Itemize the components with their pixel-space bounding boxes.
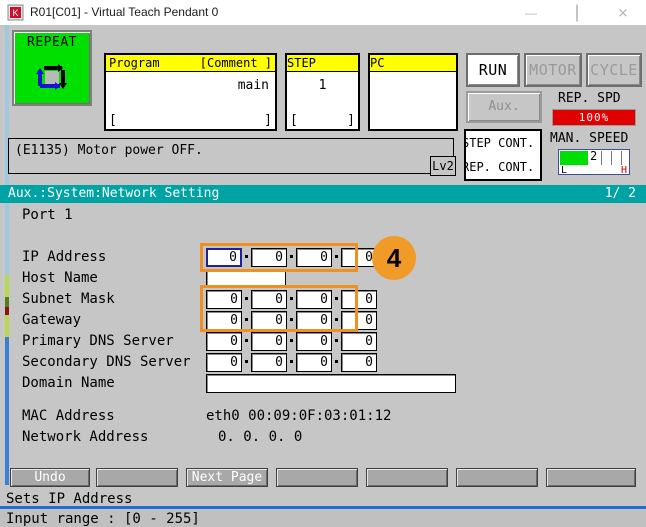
left-color-strip	[5, 25, 9, 485]
status-line-primary: Sets IP Address	[6, 491, 133, 507]
man-speed-gauge: 2 L H	[558, 149, 630, 176]
label-primary-dns-server: Primary DNS Server	[22, 333, 174, 349]
label-domain-name: Domain Name	[22, 375, 115, 391]
program-header-label: Program	[109, 56, 160, 70]
annotation-highlight-subnet-gateway	[200, 285, 358, 332]
title-bar: K R01[C01] - Virtual Teach Pendant 0 — ✕	[0, 0, 646, 26]
function-button-6[interactable]	[456, 468, 538, 487]
label-subnet-mask: Subnet Mask	[22, 291, 115, 307]
function-button-next-page[interactable]: Next Page	[186, 468, 268, 487]
man-speed-label: MAN. SPEED	[550, 131, 629, 146]
maximize-button[interactable]	[554, 0, 600, 25]
program-name-value: main	[237, 78, 269, 93]
man-speed-value: 2	[590, 149, 598, 163]
annotation-highlight-ip-address	[200, 243, 358, 272]
motor-button[interactable]: MOTOR	[524, 53, 582, 87]
pc-panel: PC	[368, 53, 458, 131]
domain-name-input[interactable]	[206, 374, 456, 393]
bracket-left: [	[109, 113, 117, 128]
primary-dns-octet-2[interactable]: 0	[251, 332, 287, 351]
secondary-dns-octet-1[interactable]: 0	[206, 353, 242, 372]
port-label: Port 1	[22, 207, 73, 223]
program-panel-header: Program [Comment ]	[106, 55, 275, 72]
label-gateway: Gateway	[22, 312, 82, 328]
bracket-right: ]	[264, 113, 272, 128]
bracket-left: [	[290, 113, 298, 128]
repeat-mode-label: REPEAT	[27, 35, 77, 50]
step-panel-header: STEP	[287, 55, 358, 72]
bracket-right: ]	[347, 113, 355, 128]
secondary-dns-octet-3[interactable]: 0	[296, 353, 332, 372]
message-box: (E1135) Motor power OFF.	[8, 138, 454, 174]
function-button-undo[interactable]: Undo	[10, 468, 90, 487]
step-value: 1	[318, 78, 327, 93]
maximize-icon	[576, 4, 578, 21]
close-button[interactable]: ✕	[600, 0, 646, 25]
window-title: R01[C01] - Virtual Teach Pendant 0	[30, 5, 219, 19]
cycle-button[interactable]: CYCLE	[586, 53, 642, 87]
breadcrumb: Aux.:System:Network Setting	[8, 186, 220, 201]
minimize-button[interactable]: —	[508, 0, 554, 25]
pendant-body: REPEAT Program [Comment ] main [] STEP …	[0, 25, 646, 527]
comment-header-label: [Comment ]	[199, 56, 272, 70]
function-button-7[interactable]	[546, 468, 636, 487]
status-line-secondary: Input range : [0 - 255]	[6, 511, 200, 527]
man-speed-low-label: L	[561, 165, 568, 176]
repeat-mode-button[interactable]: REPEAT	[12, 30, 92, 106]
step-cont-label: STEP CONT.	[464, 136, 535, 150]
page-indicator: 1/ 2	[604, 186, 636, 201]
function-button-4[interactable]	[276, 468, 358, 487]
rep-speed-label: REP. SPD	[558, 91, 621, 106]
man-speed-fill	[560, 151, 588, 165]
annotation-badge-4: 4	[372, 236, 416, 280]
network-address-value: 0. 0. 0. 0	[218, 429, 303, 445]
aux-button[interactable]: Aux.	[466, 91, 542, 123]
label-host-name: Host Name	[22, 270, 98, 286]
primary-dns-octet-3[interactable]: 0	[296, 332, 332, 351]
virtual-teach-pendant-window: K R01[C01] - Virtual Teach Pendant 0 — ✕…	[0, 0, 646, 527]
app-icon: K	[7, 4, 24, 21]
program-panel: Program [Comment ] main [ ]	[104, 53, 277, 131]
secondary-dns-octet-4[interactable]: 0	[341, 353, 377, 372]
secondary-dns-octet-2[interactable]: 0	[251, 353, 287, 372]
continuous-mode-box: STEP CONT. REP. CONT.	[464, 129, 542, 181]
function-button-5[interactable]	[366, 468, 448, 487]
message-level-badge: Lv2	[430, 156, 456, 176]
program-comment-brackets: [ ]	[106, 113, 275, 128]
rep-speed-value: 100%	[552, 109, 636, 126]
label-secondary-dns-server: Secondary DNS Server	[22, 354, 191, 370]
man-speed-high-label: H	[620, 165, 627, 176]
close-icon: ✕	[617, 5, 629, 20]
step-panel: STEP 1 [ ]	[285, 53, 360, 131]
function-button-2[interactable]	[96, 468, 178, 487]
step-brackets: [ ]	[287, 113, 358, 128]
network-address-label: Network Address	[22, 429, 149, 445]
pc-panel-header: PC	[370, 55, 456, 72]
svg-text:K: K	[12, 8, 18, 18]
pc-value	[370, 72, 456, 100]
label-ip-address: IP Address	[22, 249, 107, 265]
mac-address-label: MAC Address	[22, 408, 115, 424]
rep-cont-label: REP. CONT.	[464, 160, 535, 174]
run-button[interactable]: RUN	[466, 53, 520, 87]
primary-dns-octet-4[interactable]: 0	[341, 332, 377, 351]
primary-dns-octet-1[interactable]: 0	[206, 332, 242, 351]
screen-title-bar: Aux.:System:Network Setting 1/ 2	[0, 185, 646, 203]
mac-address-value: eth0 00:09:0F:03:01:12	[206, 408, 392, 424]
cycle-repeat-icon	[36, 64, 67, 90]
minimize-icon: —	[525, 5, 537, 20]
